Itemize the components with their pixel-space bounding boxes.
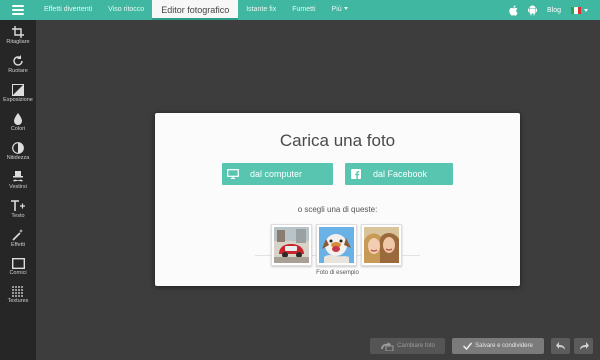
italy-flag-icon[interactable] (571, 6, 581, 14)
upload-from-computer-button[interactable]: dal computer (222, 163, 333, 185)
tool-testo[interactable]: Testo (0, 200, 36, 228)
choose-sample-text: o scegli una di queste: (297, 205, 378, 214)
sample-photos (271, 224, 402, 266)
dialog-title: Carica una foto (279, 131, 396, 150)
nav-piu[interactable]: Più (324, 0, 356, 20)
nav-editor-fotografico[interactable]: Editor fotografico (152, 0, 239, 20)
upload-dialog: Carica una foto dal computer dal Faceboo… (155, 113, 520, 286)
tool-label: Textures (7, 298, 29, 304)
tool-label: Effetti (11, 242, 25, 248)
redo-button[interactable] (574, 338, 593, 354)
facebook-icon (345, 169, 367, 179)
magic-wand-icon (12, 229, 23, 241)
nav-effetti-divertenti[interactable]: Effetti divertenti (36, 0, 100, 20)
tool-nitidezza[interactable]: Nitidezza (0, 142, 36, 170)
upload-from-computer-label: dal computer (250, 169, 303, 179)
tool-vestirsi[interactable]: Vestirsi (0, 171, 36, 199)
tool-colori[interactable]: Colori (0, 113, 36, 141)
save-share-button[interactable]: Salvare e condividere (452, 338, 544, 354)
rotate-icon (13, 55, 23, 66)
hamburger-menu-icon[interactable] (0, 0, 36, 20)
nav-istante-fix[interactable]: Istante fix (238, 0, 284, 20)
language-chevron-icon (584, 8, 588, 12)
sample-photos-label: Foto di esempio (316, 270, 359, 276)
sample-girls-photo[interactable] (361, 224, 402, 266)
chevron-down-icon (343, 7, 348, 10)
tool-label: Nitidezza (6, 155, 30, 161)
nav-piu-label: Più (331, 6, 342, 13)
upload-from-facebook-button[interactable]: dal Facebook (345, 163, 453, 185)
apple-icon[interactable] (509, 4, 518, 16)
exposure-icon (12, 84, 24, 96)
save-share-label: Salvare e condividere (475, 343, 533, 349)
tool-cornici[interactable]: Cornici (0, 258, 36, 286)
upload-from-facebook-label: dal Facebook (373, 169, 428, 179)
color-drop-icon (14, 113, 22, 125)
tool-textures[interactable]: Textures (0, 286, 36, 314)
redo-icon (579, 342, 589, 350)
tool-label: Testo (11, 213, 25, 219)
nav-viso-ritocco[interactable]: Viso ritocco (100, 0, 152, 20)
tool-label: Ruotare (8, 68, 28, 74)
change-photo-label: Cambiare foto (397, 343, 435, 349)
tool-ritagliare[interactable]: Ritagliare (0, 26, 36, 54)
tool-label: Cornici (9, 270, 27, 276)
change-photo-icon (381, 341, 394, 351)
tool-effetti[interactable]: Effetti (0, 229, 36, 257)
android-icon[interactable] (527, 5, 537, 16)
tool-label: Colori (10, 126, 26, 132)
main-nav: Effetti divertenti Viso ritocco Editor f… (36, 0, 356, 20)
monitor-icon (222, 169, 244, 179)
top-bar: Effetti divertenti Viso ritocco Editor f… (0, 0, 600, 20)
tool-label: Vestirsi (9, 184, 27, 190)
crop-icon (12, 26, 24, 38)
texture-icon (12, 286, 24, 297)
tool-label: Ritagliare (6, 39, 30, 45)
hat-mustache-icon (13, 171, 23, 182)
sample-dog-photo[interactable] (316, 224, 357, 266)
tool-esposizione[interactable]: Esposizione (0, 84, 36, 112)
tools-sidebar: Ritagliare Ruotare Esposizione Colori Ni… (0, 20, 36, 360)
sharpness-icon (12, 142, 24, 154)
sample-car-photo[interactable] (271, 224, 312, 266)
undo-icon (555, 342, 565, 350)
tool-label: Esposizione (3, 97, 33, 103)
text-icon (11, 200, 25, 211)
nav-fumetti[interactable]: Fumetti (284, 0, 323, 20)
change-photo-button[interactable]: Cambiare foto (370, 338, 445, 354)
tool-ruotare[interactable]: Ruotare (0, 55, 36, 83)
undo-button[interactable] (551, 338, 570, 354)
checkmark-icon (463, 342, 473, 350)
frame-icon (11, 258, 25, 269)
blog-link[interactable]: Blog (547, 7, 561, 14)
